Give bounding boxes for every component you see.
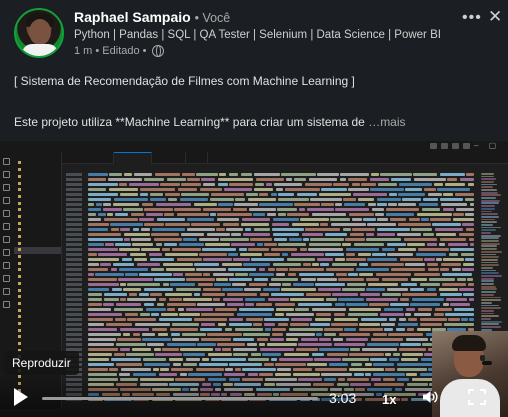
- vscode-editor: [62, 172, 480, 402]
- video-controls: 3:03 1x: [0, 375, 438, 417]
- playback-speed-button[interactable]: 1x: [382, 392, 396, 407]
- explorer-item[interactable]: [14, 227, 61, 234]
- explorer-item[interactable]: [14, 214, 61, 221]
- author-name[interactable]: Raphael Sampaio: [74, 9, 191, 25]
- explorer-item[interactable]: [14, 314, 61, 321]
- vscode-tabs: [62, 152, 508, 164]
- explorer-item[interactable]: [14, 274, 61, 281]
- explorer-item[interactable]: [14, 173, 61, 180]
- explorer-item[interactable]: [14, 341, 61, 348]
- volume-icon[interactable]: [422, 389, 438, 405]
- explorer-item[interactable]: [14, 334, 61, 341]
- post-text-content: Este projeto utiliza **Machine Learning*…: [14, 115, 365, 129]
- explorer-item[interactable]: [14, 220, 61, 227]
- progress-bar[interactable]: [42, 397, 318, 400]
- explorer-header: [14, 152, 61, 160]
- explorer-item[interactable]: [14, 240, 61, 247]
- explorer-item[interactable]: [14, 321, 61, 328]
- author-name-line[interactable]: Raphael Sampaio • Você: [74, 9, 230, 25]
- close-icon[interactable]: ✕: [488, 7, 502, 27]
- author-avatar[interactable]: [14, 8, 64, 58]
- explorer-item[interactable]: [14, 200, 61, 207]
- explorer-item[interactable]: [14, 180, 61, 187]
- author-relationship: • Você: [194, 11, 231, 25]
- explorer-item[interactable]: [14, 280, 61, 287]
- vscode-breadcrumb: [62, 164, 508, 172]
- post-time-edited: 1 m • Editado •: [74, 45, 147, 57]
- author-headline: Python | Pandas | SQL | QA Tester | Sele…: [74, 29, 441, 41]
- fullscreen-icon[interactable]: [468, 389, 486, 405]
- explorer-item[interactable]: [14, 207, 61, 214]
- explorer-item[interactable]: [14, 267, 61, 274]
- explorer-item[interactable]: [14, 160, 61, 167]
- more-icon[interactable]: •••: [462, 9, 482, 27]
- vscode-titlebar: – ▢ ✕: [0, 141, 508, 159]
- explorer-item[interactable]: [14, 234, 61, 241]
- explorer-item[interactable]: [14, 187, 61, 194]
- play-icon[interactable]: [14, 388, 28, 406]
- see-more-link[interactable]: …mais: [368, 115, 405, 129]
- post-text-line-1: [ Sistema de Recomendação de Filmes com …: [14, 74, 355, 88]
- video-player[interactable]: – ▢ ✕ Reproduzir 3:03 1x: [0, 141, 508, 417]
- explorer-item[interactable]: [14, 294, 61, 301]
- explorer-item[interactable]: [14, 167, 61, 174]
- explorer-item[interactable]: [14, 193, 61, 200]
- explorer-item[interactable]: [14, 254, 61, 261]
- explorer-item[interactable]: [14, 327, 61, 334]
- play-tooltip: Reproduzir: [4, 351, 79, 375]
- explorer-item[interactable]: [14, 287, 61, 294]
- post-header: Raphael Sampaio • Você Python | Pandas |…: [0, 0, 508, 68]
- video-duration: 3:03: [329, 390, 357, 406]
- explorer-item[interactable]: [14, 300, 61, 307]
- explorer-item[interactable]: [14, 260, 61, 267]
- post-text-line-2: Este projeto utiliza **Machine Learning*…: [14, 115, 406, 129]
- explorer-item[interactable]: [14, 307, 61, 314]
- globe-icon: [151, 45, 164, 57]
- post-meta: 1 m • Editado •: [74, 45, 164, 57]
- explorer-item[interactable]: [14, 246, 61, 254]
